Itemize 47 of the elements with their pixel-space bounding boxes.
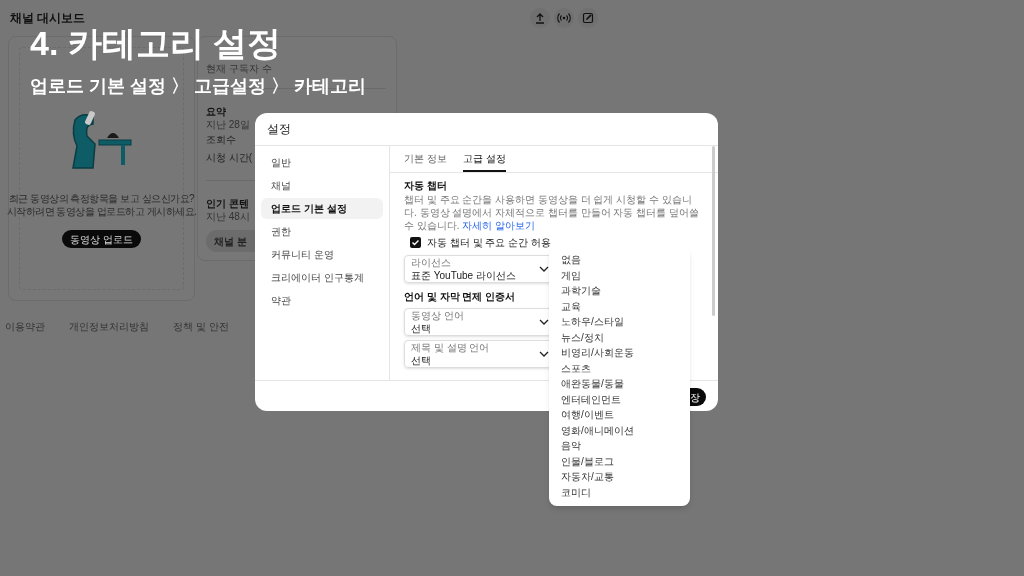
nav-item[interactable]: 크리에이터 인구통계	[261, 267, 383, 288]
field-value: 선택	[411, 353, 432, 367]
menu-item[interactable]: 과학기술	[549, 283, 690, 299]
broadcast-icon[interactable]	[554, 8, 574, 28]
menu-item[interactable]: 자동차/교통	[549, 469, 690, 485]
caption-subtitle: 업로드 기본 설정 〉 고급설정 〉 카테고리	[30, 76, 366, 96]
nav-item[interactable]: 채널	[261, 175, 383, 196]
field-value: 표준 YouTube 라이선스	[411, 268, 517, 282]
field-label: 동영상 언어	[411, 309, 465, 322]
learn-more-link[interactable]: 자세히 알아보기	[462, 220, 536, 231]
checkbox[interactable]	[410, 237, 421, 248]
empty-state-text: 시작하려면 동영상을 업로드하고 게시하세요.	[6, 205, 197, 218]
chevron-down-icon	[539, 319, 549, 325]
section-title: 자동 챕터	[404, 179, 448, 193]
metric-label: 시청 시간(	[206, 151, 253, 165]
menu-item[interactable]: 여행/이벤트	[549, 407, 690, 423]
card-label: 지난 28일	[206, 119, 250, 130]
card-heading: 인기 콘텐	[206, 197, 249, 211]
menu-item[interactable]: 영화/애니메이션	[549, 422, 690, 438]
upload-video-button[interactable]: 동영상 업로드	[62, 230, 141, 248]
dialog-title: 설정	[267, 121, 291, 138]
caption-title: 4. 카테고리 설정	[30, 26, 282, 60]
card-label: 지난 48시	[206, 211, 250, 222]
tab[interactable]: 기본 정보	[404, 151, 447, 172]
section-heading: 언어 및 자막 면제 인증서	[404, 290, 517, 304]
nav-item[interactable]: 업로드 기본 설정	[261, 198, 383, 219]
field-value: 선택	[411, 321, 432, 335]
upload-icon[interactable]	[530, 8, 550, 28]
section-description: 챕터 및 주요 순간을 사용하면 동영상을 더 쉽게 시청할 수 있습니다. 동영상 설명에서 자체적으로 챕터를 만들어 자동 챕터를 덮어쓸 수 있습니다. 자세히 알아보기	[404, 193, 700, 232]
field-label: 라이선스	[411, 256, 452, 269]
chevron-down-icon	[539, 351, 549, 357]
tab[interactable]: 고급 설정	[462, 151, 506, 172]
page-title: 채널 대시보드	[10, 10, 87, 27]
menu-item[interactable]: 음악	[549, 438, 690, 454]
nav-item[interactable]: 약관	[261, 290, 383, 311]
card-label: 현재 구독자 수	[206, 63, 272, 74]
edit-icon[interactable]	[578, 8, 598, 28]
card-heading: 요약	[206, 105, 226, 119]
menu-item[interactable]: 인물/블로그	[549, 453, 690, 469]
field-label: 제목 및 설명 언어	[411, 341, 491, 354]
empty-state-text: 최근 동영상의 측정항목을 보고 싶으신가요?	[8, 192, 195, 205]
checkbox-label: 자동 챕터 및 주요 순간 허용	[427, 236, 551, 250]
metric-label: 조회수	[206, 133, 236, 147]
menu-item[interactable]: 코미디	[549, 484, 690, 500]
nav-item[interactable]: 일반	[261, 152, 383, 173]
chevron-down-icon	[539, 266, 549, 272]
scrollbar[interactable]	[712, 146, 715, 316]
